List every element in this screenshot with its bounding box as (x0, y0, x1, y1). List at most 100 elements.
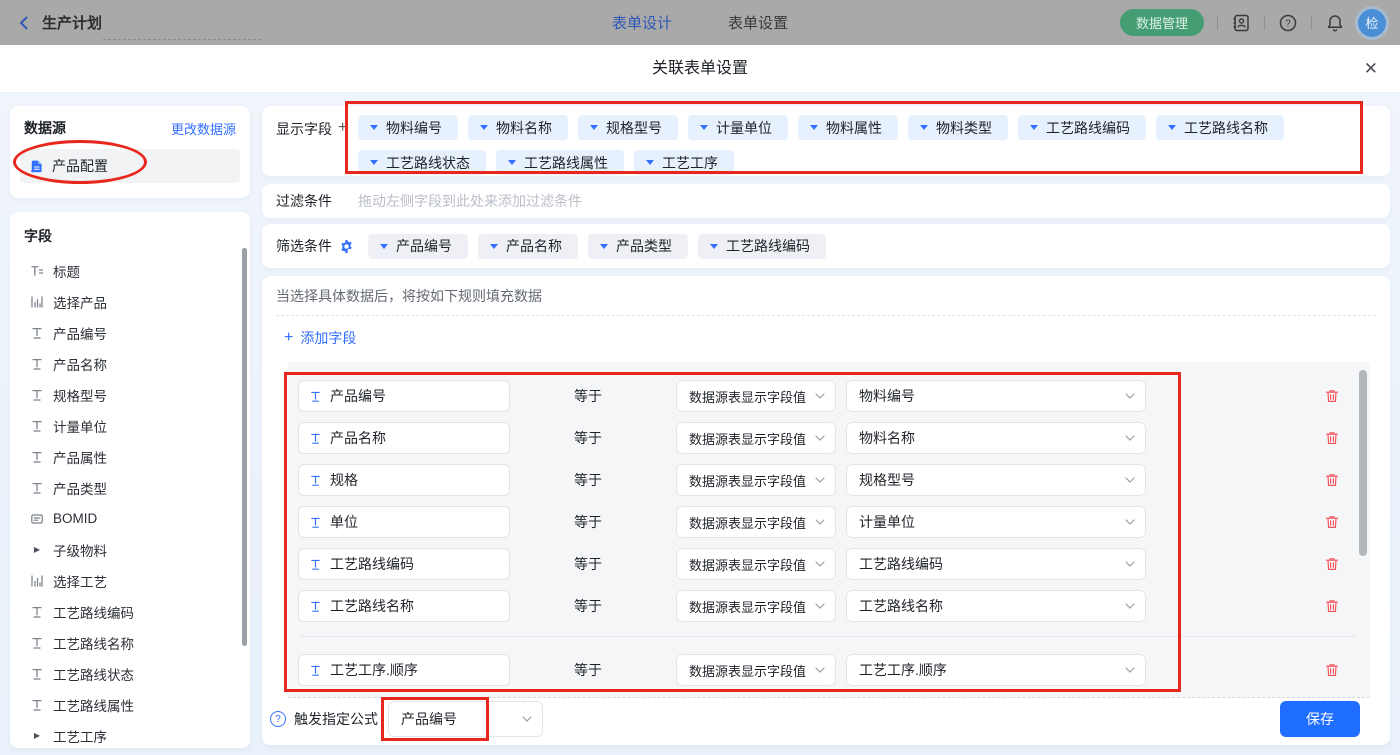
help-icon[interactable]: ? (1278, 13, 1298, 33)
save-button[interactable]: 保存 (1280, 701, 1360, 737)
delete-rule-icon[interactable] (1324, 514, 1340, 530)
rule-field-box[interactable]: 规格 (298, 464, 510, 496)
add-field-button[interactable]: + 添加字段 (284, 328, 356, 348)
screen-field-tag[interactable]: 产品编号 (368, 234, 468, 259)
dropdown-triangle-icon (920, 125, 928, 130)
rule-field-box[interactable]: 产品名称 (298, 422, 510, 454)
datasource-item-label: 产品配置 (52, 156, 108, 176)
rule-field-box[interactable]: 工艺路线编码 (298, 548, 510, 580)
display-field-tag[interactable]: 工艺路线编码 (1018, 115, 1146, 140)
data-manage-button[interactable]: 数据管理 (1120, 9, 1204, 36)
avatar[interactable]: 检 (1358, 9, 1386, 37)
trigger-formula-select[interactable]: 产品编号 (388, 701, 543, 737)
rule-source-select[interactable]: 数据源表显示字段值 (676, 548, 836, 580)
field-item-product-name[interactable]: 产品名称 (10, 348, 250, 379)
tab-form-design[interactable]: 表单设计 (612, 12, 672, 33)
filter-panel[interactable]: 过滤条件 拖动左侧字段到此处来添加过滤条件 (262, 184, 1390, 218)
dropdown-triangle-icon (370, 125, 378, 130)
rule-source-select[interactable]: 数据源表显示字段值 (676, 654, 836, 686)
rule-value-select[interactable]: 工艺路线编码 (846, 548, 1146, 580)
chevron-down-icon (815, 519, 825, 525)
dropdown-triangle-icon (810, 125, 818, 130)
chevron-down-icon (1125, 435, 1135, 441)
display-field-tag[interactable]: 工艺路线属性 (496, 150, 624, 175)
delete-rule-icon[interactable] (1324, 472, 1340, 488)
gear-icon[interactable] (339, 239, 354, 254)
text-field-icon (30, 326, 44, 340)
chevron-down-icon (815, 477, 825, 483)
rule-source-select[interactable]: 数据源表显示字段值 (676, 590, 836, 622)
rule-value-select[interactable]: 工艺路线名称 (846, 590, 1146, 622)
field-item-route-attr[interactable]: 工艺路线属性 (10, 689, 250, 720)
field-item-product-type[interactable]: 产品类型 (10, 472, 250, 503)
display-field-tags: 物料编号 物料名称 规格型号 计量单位 物料属性 物料类型 工艺路线编码 工艺路… (358, 115, 1363, 176)
field-item-spec-model[interactable]: 规格型号 (10, 379, 250, 410)
rule-field-box[interactable]: 单位 (298, 506, 510, 538)
rule-row: 单位 等于 数据源表显示字段值 计量单位 (298, 506, 1370, 538)
field-item-product-code[interactable]: 产品编号 (10, 317, 250, 348)
delete-rule-icon[interactable] (1324, 430, 1340, 446)
display-field-tag[interactable]: 工艺路线名称 (1156, 115, 1284, 140)
rule-value-select[interactable]: 物料编号 (846, 380, 1146, 412)
dropdown-triangle-icon (480, 125, 488, 130)
delete-rule-icon[interactable] (1324, 662, 1340, 678)
field-item-route-code[interactable]: 工艺路线编码 (10, 596, 250, 627)
display-field-tag[interactable]: 规格型号 (578, 115, 678, 140)
field-item-bomid[interactable]: BOMID (10, 503, 250, 534)
rule-field-box[interactable]: 工艺工序.顺序 (298, 654, 510, 686)
fields-scrollbar[interactable] (242, 248, 247, 646)
bell-icon[interactable] (1325, 13, 1345, 33)
field-item-process-step[interactable]: ▶工艺工序 (10, 720, 250, 748)
field-item-product-attr[interactable]: 产品属性 (10, 441, 250, 472)
rule-field-box[interactable]: 工艺路线名称 (298, 590, 510, 622)
display-field-tag[interactable]: 物料编号 (358, 115, 458, 140)
rule-value-select[interactable]: 计量单位 (846, 506, 1146, 538)
dropdown-triangle-icon (710, 244, 718, 249)
screen-field-tag[interactable]: 产品类型 (588, 234, 688, 259)
add-display-field-button[interactable]: + (338, 119, 347, 136)
field-item-unit[interactable]: 计量单位 (10, 410, 250, 441)
field-item-title[interactable]: 标题 (10, 255, 250, 286)
display-field-tag[interactable]: 计量单位 (688, 115, 788, 140)
rule-value-select[interactable]: 物料名称 (846, 422, 1146, 454)
display-field-tag[interactable]: 物料类型 (908, 115, 1008, 140)
screen-field-tag[interactable]: 产品名称 (478, 234, 578, 259)
chevron-down-icon (815, 667, 825, 673)
field-item-route-name[interactable]: 工艺路线名称 (10, 627, 250, 658)
text-field-icon (309, 432, 322, 445)
rule-value-select[interactable]: 规格型号 (846, 464, 1146, 496)
help-circle-icon[interactable]: ? (270, 711, 286, 727)
field-item-select-product[interactable]: 选择产品 (10, 286, 250, 317)
filter-label: 过滤条件 (276, 191, 332, 211)
datasource-item[interactable]: 产品配置 (20, 149, 240, 183)
chevron-down-icon (522, 716, 532, 722)
screen-field-tag[interactable]: 工艺路线编码 (698, 234, 826, 259)
rule-source-select[interactable]: 数据源表显示字段值 (676, 506, 836, 538)
display-field-tag[interactable]: 物料属性 (798, 115, 898, 140)
field-item-child-material[interactable]: ▶子级物料 (10, 534, 250, 565)
display-field-tag[interactable]: 工艺工序 (634, 150, 734, 175)
field-item-route-status[interactable]: 工艺路线状态 (10, 658, 250, 689)
tab-form-settings[interactable]: 表单设置 (728, 12, 788, 33)
close-icon[interactable]: ✕ (1364, 58, 1378, 80)
rules-scrollbar[interactable] (1359, 370, 1367, 556)
rule-source-select[interactable]: 数据源表显示字段值 (676, 464, 836, 496)
display-field-tag[interactable]: 物料名称 (468, 115, 568, 140)
screen-label: 筛选条件 (276, 236, 332, 256)
rule-value-select[interactable]: 工艺工序.顺序 (846, 654, 1146, 686)
rules-hint: 当选择具体数据后，将按如下规则填充数据 (276, 286, 542, 306)
delete-rule-icon[interactable] (1324, 556, 1340, 572)
dropdown-triangle-icon (490, 244, 498, 249)
field-item-select-process[interactable]: 选择工艺 (10, 565, 250, 596)
rule-source-select[interactable]: 数据源表显示字段值 (676, 422, 836, 454)
chevron-down-icon (815, 603, 825, 609)
delete-rule-icon[interactable] (1324, 388, 1340, 404)
back-button[interactable] (16, 15, 32, 31)
rule-source-select[interactable]: 数据源表显示字段值 (676, 380, 836, 412)
delete-rule-icon[interactable] (1324, 598, 1340, 614)
dropdown-triangle-icon (700, 125, 708, 130)
rule-field-box[interactable]: 产品编号 (298, 380, 510, 412)
display-field-tag[interactable]: 工艺路线状态 (358, 150, 486, 175)
contacts-book-icon[interactable] (1231, 13, 1251, 33)
change-datasource-link[interactable]: 更改数据源 (171, 119, 236, 138)
